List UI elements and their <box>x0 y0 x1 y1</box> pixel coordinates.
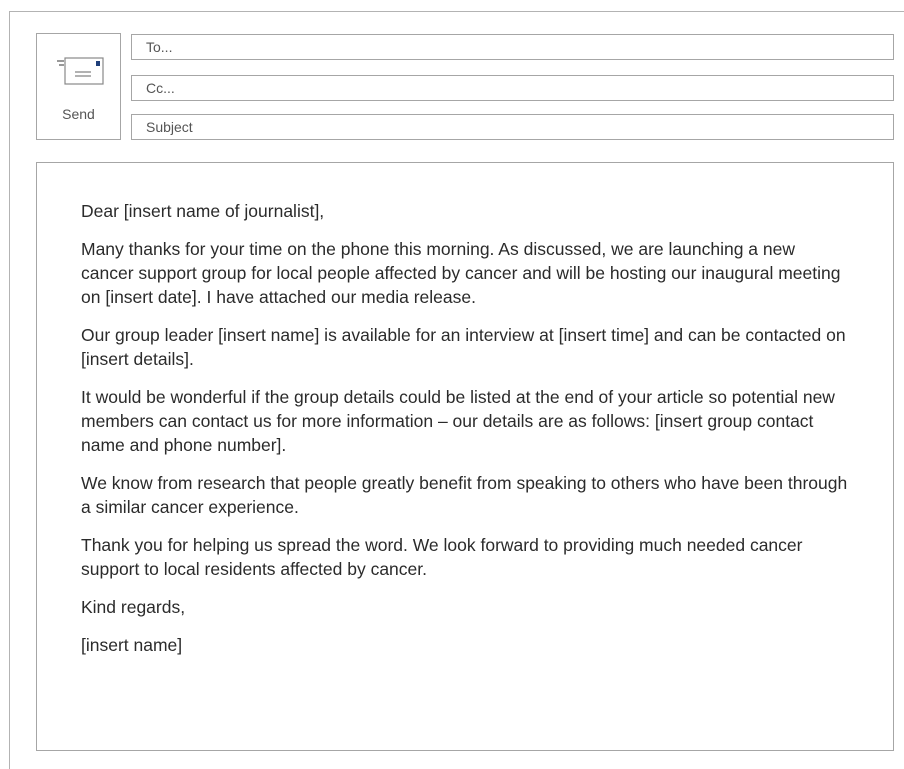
subject-field[interactable] <box>131 114 894 140</box>
send-label: Send <box>62 106 95 122</box>
message-body[interactable]: Dear [insert name of journalist], Many t… <box>36 162 894 751</box>
message-paragraph: We know from research that people greatl… <box>81 473 848 517</box>
send-button[interactable]: Send <box>36 33 121 140</box>
envelope-send-icon <box>57 57 104 85</box>
message-paragraph: It would be wonderful if the group detai… <box>81 387 835 455</box>
message-paragraph: Thank you for helping us spread the word… <box>81 535 803 579</box>
to-field[interactable] <box>131 34 894 60</box>
message-signature: [insert name] <box>81 635 183 655</box>
message-signoff: Kind regards, <box>81 597 186 617</box>
message-greeting: Dear [insert name of journalist], <box>81 201 325 221</box>
message-paragraph: Many thanks for your time on the phone t… <box>81 239 841 307</box>
cc-field[interactable] <box>131 75 894 101</box>
message-paragraph: Our group leader [insert name] is availa… <box>81 325 846 369</box>
